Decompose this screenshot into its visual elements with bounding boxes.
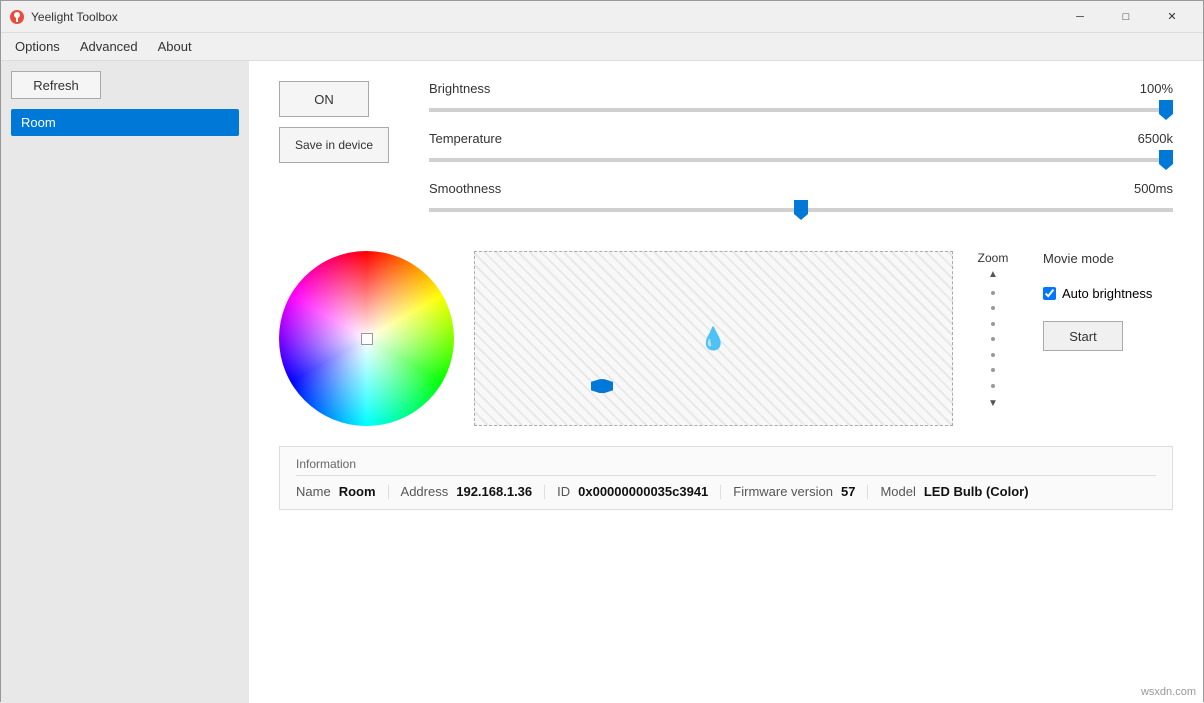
- color-wheel-container[interactable]: [279, 251, 454, 426]
- eyedropper-icon[interactable]: 💧: [700, 326, 727, 352]
- color-wheel[interactable]: [279, 251, 454, 426]
- zoom-slider: ▲ ▼: [988, 269, 998, 409]
- on-button[interactable]: ON: [279, 81, 369, 117]
- name-key: Name: [296, 484, 331, 499]
- brightness-row: Brightness 100%: [429, 81, 1173, 115]
- firmware-key: Firmware version: [733, 484, 833, 499]
- address-val: 192.168.1.36: [456, 484, 532, 499]
- sliders-section: Brightness 100% Temperature 6500k: [429, 81, 1173, 231]
- smoothness-value: 500ms: [1134, 181, 1173, 196]
- menu-advanced[interactable]: Advanced: [70, 35, 148, 58]
- sidebar: Refresh Room: [1, 61, 249, 703]
- top-controls: ON Save in device Brightness 100% Temper…: [279, 81, 1173, 231]
- device-buttons: ON Save in device: [279, 81, 389, 163]
- bottom-section: 💧 Zoom ▲ ▼ Mo: [279, 251, 1173, 426]
- id-key: ID: [557, 484, 570, 499]
- menu-options[interactable]: Options: [5, 35, 70, 58]
- temperature-row: Temperature 6500k: [429, 131, 1173, 165]
- brightness-slider[interactable]: [429, 108, 1173, 112]
- auto-brightness-row: Auto brightness: [1043, 286, 1173, 301]
- sidebar-item-room[interactable]: Room: [11, 109, 239, 136]
- temperature-value: 6500k: [1138, 131, 1173, 146]
- content-area: ON Save in device Brightness 100% Temper…: [249, 61, 1203, 703]
- color-wheel-cursor[interactable]: [361, 333, 373, 345]
- refresh-button[interactable]: Refresh: [11, 71, 101, 99]
- minimize-button[interactable]: ─: [1057, 1, 1103, 33]
- zoom-up-arrow[interactable]: ▲: [988, 269, 998, 280]
- name-val: Room: [339, 484, 376, 499]
- start-button[interactable]: Start: [1043, 321, 1123, 351]
- info-title: Information: [296, 457, 1156, 476]
- info-row: Name Room Address 192.168.1.36 ID 0x0000…: [296, 484, 1156, 499]
- temperature-label: Temperature: [429, 131, 502, 146]
- zoom-down-arrow[interactable]: ▼: [988, 398, 998, 409]
- menu-about[interactable]: About: [148, 35, 202, 58]
- zoom-thumb[interactable]: [591, 379, 613, 393]
- smoothness-label: Smoothness: [429, 181, 501, 196]
- title-bar: Yeelight Toolbox ─ □ ✕: [1, 1, 1203, 33]
- address-key: Address: [401, 484, 449, 499]
- maximize-button[interactable]: □: [1103, 1, 1149, 33]
- temperature-slider[interactable]: [429, 158, 1173, 162]
- auto-brightness-label[interactable]: Auto brightness: [1062, 286, 1152, 301]
- information-section: Information Name Room Address 192.168.1.…: [279, 446, 1173, 510]
- save-button[interactable]: Save in device: [279, 127, 389, 163]
- auto-brightness-checkbox[interactable]: [1043, 287, 1056, 300]
- menu-bar: Options Advanced About: [1, 33, 1203, 61]
- zoom-section: Zoom ▲ ▼: [973, 251, 1013, 426]
- app-title: Yeelight Toolbox: [31, 10, 1057, 24]
- model-key: Model: [880, 484, 915, 499]
- brightness-label: Brightness: [429, 81, 490, 96]
- movie-mode-section: Movie mode Auto brightness Start: [1033, 251, 1173, 426]
- app-icon: [9, 9, 25, 25]
- movie-mode-label: Movie mode: [1043, 251, 1173, 266]
- brightness-value: 100%: [1140, 81, 1173, 96]
- watermark: wsxdn.com: [1141, 686, 1196, 698]
- zoom-label: Zoom: [978, 251, 1009, 265]
- smoothness-row: Smoothness 500ms: [429, 181, 1173, 215]
- id-val: 0x00000000035c3941: [578, 484, 708, 499]
- firmware-val: 57: [841, 484, 855, 499]
- smoothness-slider[interactable]: [429, 208, 1173, 212]
- model-val: LED Bulb (Color): [924, 484, 1029, 499]
- close-button[interactable]: ✕: [1149, 1, 1195, 33]
- window-controls: ─ □ ✕: [1057, 1, 1195, 33]
- main-layout: Refresh Room ON Save in device Brightnes…: [1, 61, 1203, 703]
- image-canvas[interactable]: 💧: [474, 251, 953, 426]
